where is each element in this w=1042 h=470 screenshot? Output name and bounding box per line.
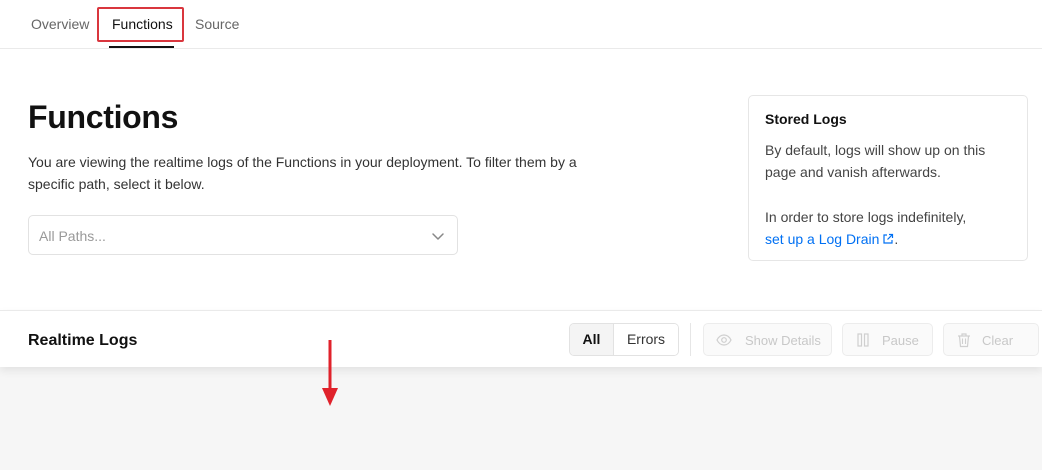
arrow-down-icon xyxy=(322,340,338,406)
realtime-logs-title: Realtime Logs xyxy=(28,332,138,349)
log-drain-link[interactable]: set up a Log Drain xyxy=(765,231,894,247)
active-tab-indicator xyxy=(109,46,174,48)
filter-all-button[interactable]: All xyxy=(570,324,614,355)
show-details-button[interactable]: Show Details xyxy=(703,323,832,356)
annotation-highlight-box xyxy=(97,7,184,42)
stored-logs-text-prefix: In order to store logs indefinitely, xyxy=(765,209,967,225)
stored-logs-title: Stored Logs xyxy=(765,111,847,127)
filter-errors-button[interactable]: Errors xyxy=(614,324,678,355)
log-filter-toggle: All Errors xyxy=(569,323,679,356)
stored-logs-card: Stored Logs By default, logs will show u… xyxy=(748,95,1028,261)
tab-source[interactable]: Source xyxy=(195,16,239,32)
trash-icon xyxy=(958,333,970,348)
clear-button[interactable]: Clear xyxy=(943,323,1039,356)
stored-logs-text-suffix: . xyxy=(894,231,899,247)
show-details-label: Show Details xyxy=(745,333,821,348)
realtime-logs-area xyxy=(0,367,1042,470)
chevron-down-icon xyxy=(432,233,444,240)
page-title: Functions xyxy=(28,99,179,135)
stored-logs-text: By default, logs will show up on this pa… xyxy=(765,142,986,180)
pause-label: Pause xyxy=(882,333,919,348)
stored-logs-text-2: In order to store logs indefinitely, set… xyxy=(765,206,1015,250)
toolbar-divider xyxy=(690,323,691,356)
eye-icon xyxy=(716,334,732,346)
pause-button[interactable]: Pause xyxy=(842,323,933,356)
external-link-icon xyxy=(883,233,894,244)
path-select[interactable]: All Paths... xyxy=(28,215,458,255)
path-select-placeholder: All Paths... xyxy=(39,228,106,244)
tab-overview[interactable]: Overview xyxy=(31,16,89,32)
clear-label: Clear xyxy=(982,333,1014,348)
page-description: You are viewing the realtime logs of the… xyxy=(28,154,577,192)
pause-icon xyxy=(857,333,869,347)
realtime-logs-toolbar: Realtime Logs All Errors Show Details Pa… xyxy=(0,310,1042,367)
tab-bar: Overview Functions Source xyxy=(0,0,1042,49)
log-drain-link-label[interactable]: set up a Log Drain xyxy=(765,231,879,247)
